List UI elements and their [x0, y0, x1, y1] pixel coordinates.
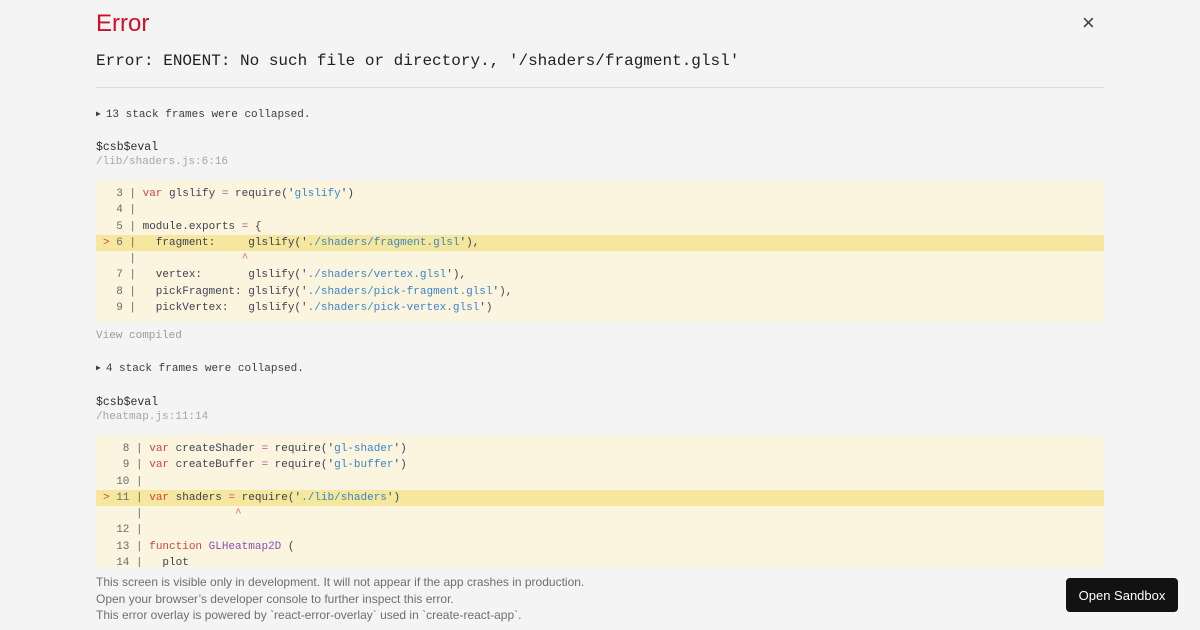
stack-frames-toggle-2[interactable]: ▶ 4 stack frames were collapsed.	[96, 363, 304, 375]
frame-function-name: $csb$eval	[96, 396, 159, 409]
divider	[96, 87, 1104, 88]
footer-line: Open your browser’s developer console to…	[96, 591, 454, 606]
code-frame: 3 | var glslify = require('glslify') 4 |…	[96, 180, 1104, 322]
collapse-arrow-icon: ▶	[96, 110, 101, 119]
footer-note: This screen is visible only in developme…	[96, 574, 584, 624]
page-title: Error	[96, 10, 150, 37]
error-message: Error: ENOENT: No such file or directory…	[96, 52, 740, 70]
frame-file-location[interactable]: /lib/shaders.js:6:16	[96, 156, 228, 168]
stack-frames-toggle-1[interactable]: ▶ 13 stack frames were collapsed.	[96, 109, 310, 121]
collapse-arrow-icon: ▶	[96, 364, 101, 373]
view-compiled-link[interactable]: View compiled	[96, 330, 182, 342]
frame-function-name: $csb$eval	[96, 141, 159, 154]
close-icon[interactable]: ×	[1076, 10, 1101, 36]
error-overlay: Error × Error: ENOENT: No such file or d…	[0, 0, 1200, 630]
frame-file-location[interactable]: /heatmap.js:11:14	[96, 411, 208, 423]
open-sandbox-button[interactable]: Open Sandbox	[1066, 578, 1178, 612]
collapsed-label: 13 stack frames were collapsed.	[105, 109, 311, 121]
dev-footer: This screen is visible only in developme…	[0, 567, 1200, 630]
collapsed-label: 4 stack frames were collapsed.	[105, 363, 304, 375]
footer-line: This error overlay is powered by `react-…	[96, 608, 522, 622]
footer-line: This screen is visible only in developme…	[96, 575, 585, 589]
code-frame: 8 | var createShader = require('gl-shade…	[96, 435, 1104, 577]
